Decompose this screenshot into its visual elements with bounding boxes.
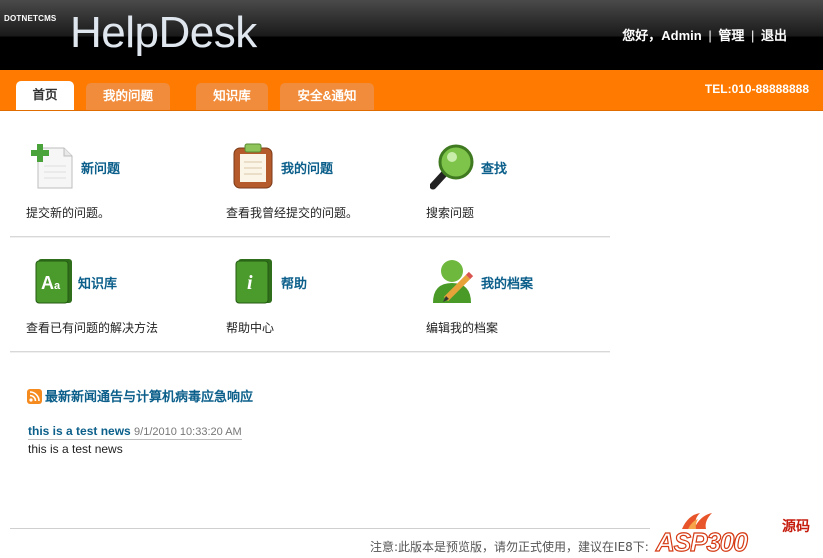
phone-number: TEL:010-88888888 bbox=[704, 82, 809, 96]
news-date: 9/1/2010 10:33:20 AM bbox=[134, 426, 242, 438]
new-document-plus-icon[interactable] bbox=[30, 142, 76, 190]
separator: | bbox=[750, 28, 755, 43]
brand-logo[interactable]: HelpDesk bbox=[70, 8, 257, 58]
footer-divider bbox=[10, 528, 650, 529]
watermark-cn: 源码 bbox=[782, 519, 810, 535]
help-link[interactable]: 帮助 bbox=[281, 273, 307, 292]
my-profile-desc: 编辑我的档案 bbox=[426, 321, 499, 335]
tab-security-notice[interactable]: 安全&通知 bbox=[280, 83, 374, 110]
grid-item-search: 查找 搜索问题 bbox=[426, 142, 616, 222]
knowledge-base-link[interactable]: 知识库 bbox=[78, 273, 117, 292]
grid-item-new-issue: 新问题 提交新的问题。 bbox=[26, 142, 216, 222]
my-issues-link[interactable]: 我的问题 bbox=[281, 158, 333, 177]
news-body: this is a test news bbox=[28, 442, 123, 456]
tab-my-issues[interactable]: 我的问题 bbox=[86, 83, 170, 110]
new-issue-desc: 提交新的问题。 bbox=[26, 206, 111, 220]
my-issues-desc: 查看我曾经提交的问题。 bbox=[226, 206, 359, 220]
green-book-info-icon[interactable]: i bbox=[230, 257, 276, 305]
logout-link[interactable]: 退出 bbox=[761, 25, 787, 44]
greeting-text: 您好，Admin bbox=[622, 28, 702, 43]
header-bar: Dotnetcms HelpDesk 您好，Admin | 管理 | 退出 bbox=[0, 0, 823, 70]
news-title-link[interactable]: this is a test news bbox=[28, 424, 131, 438]
svg-text:i: i bbox=[247, 272, 253, 294]
watermark-logo: ASP300 源码 bbox=[652, 507, 823, 558]
tab-knowledge-base[interactable]: 知识库 bbox=[196, 83, 268, 110]
my-profile-link[interactable]: 我的档案 bbox=[481, 273, 533, 292]
footer-note: 注意:此版本是预览版，请勿正式使用，建议在IE8下: bbox=[370, 540, 649, 554]
news-item: this is a test news 9/1/2010 10:33:20 AM bbox=[28, 424, 242, 440]
separator: | bbox=[708, 28, 712, 43]
watermark-text: ASP300 bbox=[655, 526, 748, 557]
new-issue-link[interactable]: 新问题 bbox=[81, 158, 120, 177]
svg-text:a: a bbox=[54, 280, 61, 292]
section-divider bbox=[10, 236, 610, 238]
grid-item-knowledge-base: A a 知识库 查看已有问题的解决方法 bbox=[26, 257, 216, 337]
grid-item-help: i 帮助 帮助中心 bbox=[226, 257, 416, 337]
grid-item-my-issues: 我的问题 查看我曾经提交的问题。 bbox=[226, 142, 416, 222]
search-desc: 搜索问题 bbox=[426, 206, 475, 220]
user-links: 您好，Admin | 管理 | 退出 bbox=[622, 25, 787, 44]
main-nav: 首页 我的问题 知识库 安全&通知 TEL:010-88888888 bbox=[0, 70, 823, 111]
help-desc: 帮助中心 bbox=[226, 321, 275, 335]
rss-icon[interactable] bbox=[27, 389, 42, 404]
tab-home[interactable]: 首页 bbox=[16, 81, 74, 110]
clipboard-icon[interactable] bbox=[230, 142, 276, 190]
svg-text:A: A bbox=[41, 273, 54, 293]
manage-link[interactable]: 管理 bbox=[718, 25, 744, 44]
section-divider bbox=[10, 351, 610, 353]
brand-small-logo: Dotnetcms bbox=[4, 14, 57, 23]
search-link[interactable]: 查找 bbox=[481, 158, 507, 177]
user-pencil-icon[interactable] bbox=[430, 257, 476, 305]
magnifier-icon[interactable] bbox=[429, 142, 476, 190]
news-heading-text[interactable]: 最新新闻通告与计算机病毒应急响应 bbox=[45, 390, 253, 405]
news-section-title: 最新新闻通告与计算机病毒应急响应 bbox=[27, 386, 253, 405]
knowledge-base-desc: 查看已有问题的解决方法 bbox=[26, 321, 159, 335]
green-book-aa-icon[interactable]: A a bbox=[30, 257, 76, 305]
grid-item-my-profile: 我的档案 编辑我的档案 bbox=[426, 257, 616, 337]
